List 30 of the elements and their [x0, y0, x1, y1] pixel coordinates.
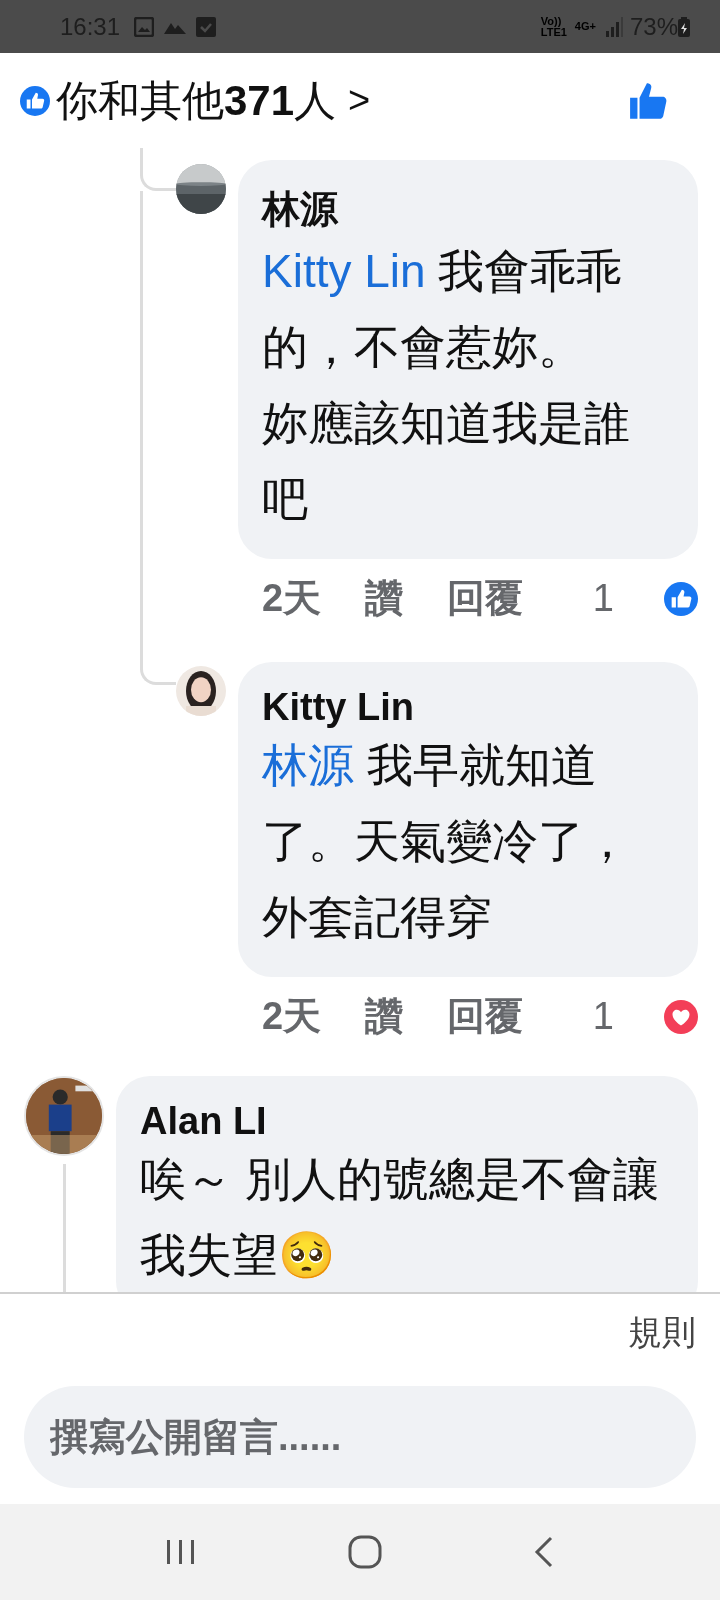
- commenter-name[interactable]: 林源: [262, 184, 674, 235]
- reply-link[interactable]: 回覆: [447, 991, 524, 1042]
- mention-link[interactable]: Kitty Lin: [262, 245, 426, 297]
- reaction-count: 1: [592, 995, 614, 1038]
- back-icon[interactable]: [532, 1536, 555, 1568]
- network-label: 4G+: [574, 21, 596, 32]
- reactions-summary[interactable]: 你和其他371人: [56, 72, 337, 129]
- mention-link[interactable]: 林源: [262, 739, 354, 791]
- checkbox-icon: [196, 16, 217, 37]
- reply-link[interactable]: 回覆: [447, 573, 524, 624]
- rules-link[interactable]: 規則: [628, 1310, 696, 1356]
- commenter-name[interactable]: Alan LI: [140, 1100, 674, 1143]
- like-link[interactable]: 讚: [365, 573, 404, 624]
- comment-time: 2天: [262, 994, 322, 1039]
- comment-time: 2天: [262, 576, 322, 621]
- comment-text: 唉～ 別人的號總是不會讓我失望🥺: [140, 1152, 660, 1283]
- chevron[interactable]: >: [348, 79, 371, 122]
- like-icon: [20, 85, 50, 116]
- signal-icon: [603, 16, 624, 37]
- home-icon[interactable]: [348, 1535, 382, 1569]
- like-link[interactable]: 讚: [365, 991, 404, 1042]
- comment-text: 林源 我早就知道了。天氣變冷了，外套記得穿: [262, 738, 631, 945]
- volte-label: Vo)) LTE1: [540, 15, 567, 38]
- commenter-name[interactable]: Kitty Lin: [262, 686, 674, 729]
- comment-text: 妳應該知道我是誰吧: [262, 396, 631, 527]
- reaction-count: 1: [592, 577, 614, 620]
- gallery-icon: [134, 16, 155, 37]
- comment-text: Kitty Lin 我會乖乖的，不會惹妳。: [262, 244, 624, 375]
- like-icon: [664, 581, 698, 616]
- battery-icon: [678, 16, 690, 37]
